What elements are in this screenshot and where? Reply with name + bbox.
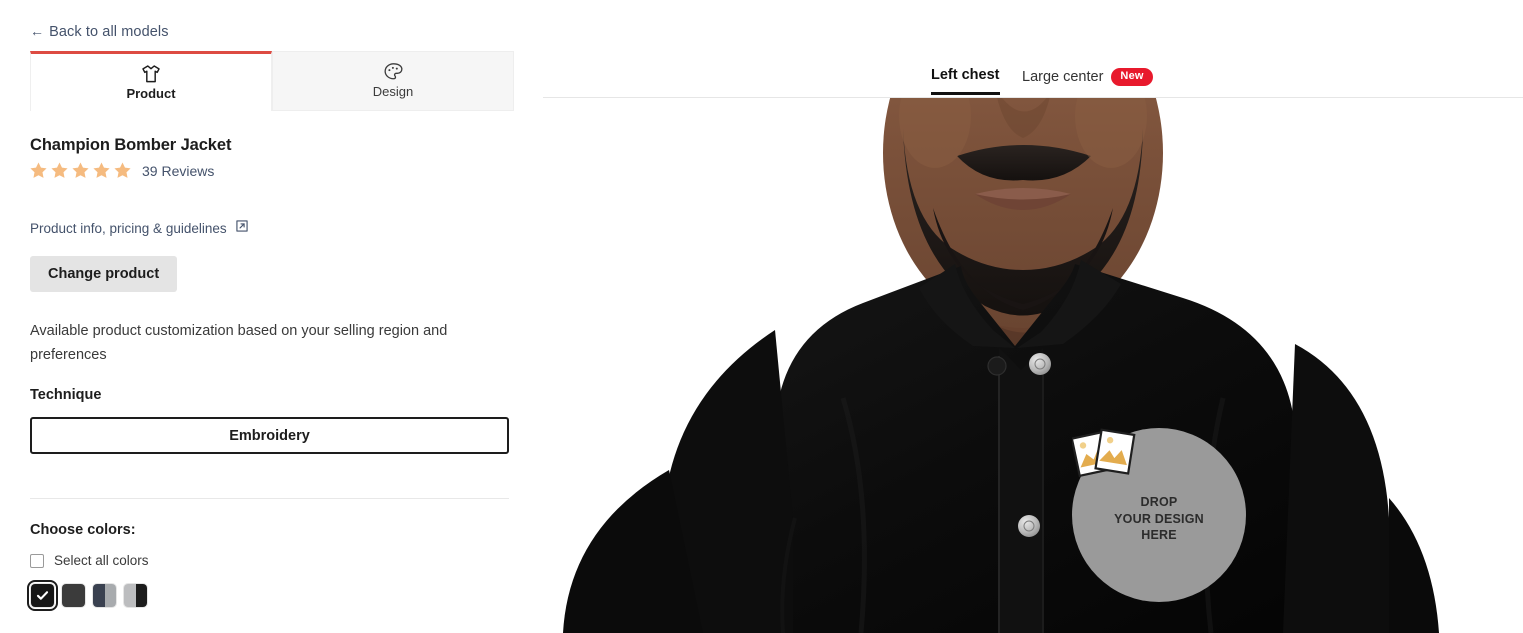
dropzone-text: DROP YOUR DESIGN HERE	[1114, 494, 1204, 545]
color-swatch-charcoal[interactable]	[61, 583, 86, 608]
placement-tab-large-center[interactable]: Large center New	[1022, 68, 1153, 95]
right-panel: Left chest Large center New DROP YOUR DE…	[543, 0, 1523, 633]
star-icon	[30, 162, 47, 178]
model-wearing-jacket-image	[543, 98, 1523, 633]
color-swatch-navy-grey[interactable]	[92, 583, 117, 608]
placement-tabs: Left chest Large center New	[543, 0, 1523, 98]
availability-text: Available product customization based on…	[30, 323, 448, 363]
check-icon	[31, 584, 54, 607]
technique-label: Technique	[30, 387, 102, 403]
design-dropzone[interactable]: DROP YOUR DESIGN HERE	[1072, 428, 1246, 602]
technique-embroidery-button[interactable]: Embroidery	[30, 417, 509, 454]
star-icon	[72, 162, 89, 178]
left-panel: ← Back to all models Product Design Cham…	[0, 0, 543, 633]
color-swatch-grey-black[interactable]	[123, 583, 148, 608]
dropzone-line2: YOUR DESIGN	[1114, 511, 1204, 526]
product-info-link[interactable]: Product info, pricing & guidelines	[30, 221, 227, 236]
color-swatch-black[interactable]	[27, 580, 58, 611]
select-all-colors-row[interactable]: Select all colors	[30, 553, 149, 568]
external-link-icon[interactable]	[235, 219, 249, 238]
left-panel-tabs: Product Design	[30, 51, 514, 111]
section-divider	[30, 498, 509, 499]
palette-icon	[383, 62, 404, 82]
dropzone-line3: HERE	[1141, 528, 1177, 543]
page-title: Champion Bomber Jacket	[30, 136, 232, 154]
tab-product[interactable]: Product	[30, 51, 272, 111]
color-swatch-list	[27, 580, 148, 611]
placement-tab-left-chest-label: Left chest	[931, 67, 1000, 83]
placement-tab-large-center-label: Large center	[1022, 69, 1104, 85]
tab-design-label: Design	[372, 84, 414, 100]
rating-row: 39 Reviews	[29, 161, 214, 180]
product-info-link-row: Product info, pricing & guidelines	[30, 219, 249, 238]
choose-colors-label: Choose colors:	[30, 522, 136, 538]
tshirt-icon	[140, 64, 162, 84]
back-to-all-models-link[interactable]: ← Back to all models	[30, 24, 169, 40]
change-product-button[interactable]: Change product	[30, 256, 178, 292]
tab-product-label: Product	[126, 85, 176, 101]
back-link-label: Back to all models	[49, 24, 169, 40]
star-icon	[114, 162, 131, 178]
arrow-left-icon: ←	[30, 23, 45, 39]
product-mockup-canvas[interactable]: DROP YOUR DESIGN HERE	[543, 98, 1523, 633]
star-icon	[51, 162, 68, 178]
dropzone-line1: DROP	[1140, 494, 1178, 509]
placement-tab-left-chest[interactable]: Left chest	[931, 67, 1000, 95]
select-all-colors-checkbox[interactable]	[30, 553, 44, 568]
select-all-colors-label: Select all colors	[54, 553, 149, 568]
product-customizer-page: ← Back to all models Product Design Cham…	[0, 0, 1523, 633]
new-badge: New	[1111, 68, 1153, 86]
reviews-link[interactable]: 39 Reviews	[142, 163, 214, 179]
star-icon	[93, 162, 110, 178]
tab-design[interactable]: Design	[272, 51, 514, 111]
star-rating	[29, 161, 132, 180]
